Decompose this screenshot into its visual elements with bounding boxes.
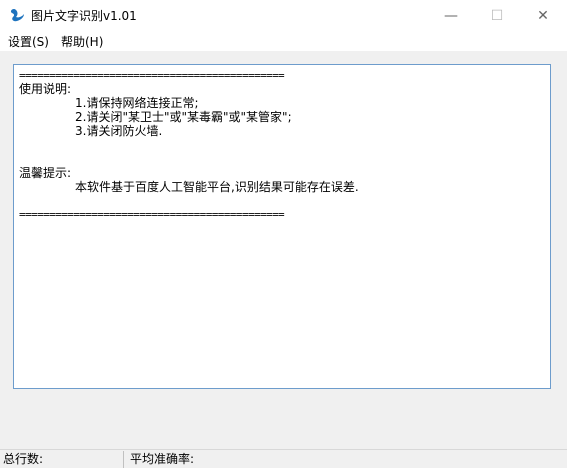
usage-item-3: 3.请关闭防火墙. (75, 124, 163, 138)
usage-item-1: 1.请保持网络连接正常; (75, 96, 199, 110)
separator-top: ========================================… (19, 69, 285, 82)
tip-item-1: 本软件基于百度人工智能平台,识别结果可能存在误差. (75, 180, 359, 194)
close-icon: ✕ (537, 7, 549, 24)
title-bar[interactable]: 图片文字识别v1.01 — ☐ ✕ (0, 0, 567, 31)
result-textarea[interactable]: ========================================… (13, 64, 551, 389)
window-title: 图片文字识别v1.01 (31, 9, 137, 23)
menu-help[interactable]: 帮助(H) (61, 33, 103, 50)
close-button[interactable]: ✕ (520, 0, 566, 31)
tip-title: 温馨提示: (19, 166, 72, 180)
menu-settings[interactable]: 设置(S) (8, 33, 49, 50)
usage-item-2: 2.请关闭"某卫士"或"某毒霸"或"某管家"; (75, 110, 292, 124)
separator-bottom: ========================================… (19, 208, 285, 221)
maximize-icon: ☐ (490, 7, 504, 24)
status-bar: 总行数: 平均准确率: (0, 449, 567, 468)
app-swan-icon (10, 9, 24, 22)
status-avg-accuracy: 平均准确率: (130, 452, 195, 466)
minimize-button[interactable]: — (428, 0, 474, 31)
menu-bar: 设置(S) 帮助(H) (0, 31, 567, 51)
maximize-button[interactable]: ☐ (474, 0, 520, 31)
status-total-lines: 总行数: (3, 451, 124, 468)
minimize-icon: — (444, 7, 458, 24)
usage-title: 使用说明: (19, 82, 72, 96)
